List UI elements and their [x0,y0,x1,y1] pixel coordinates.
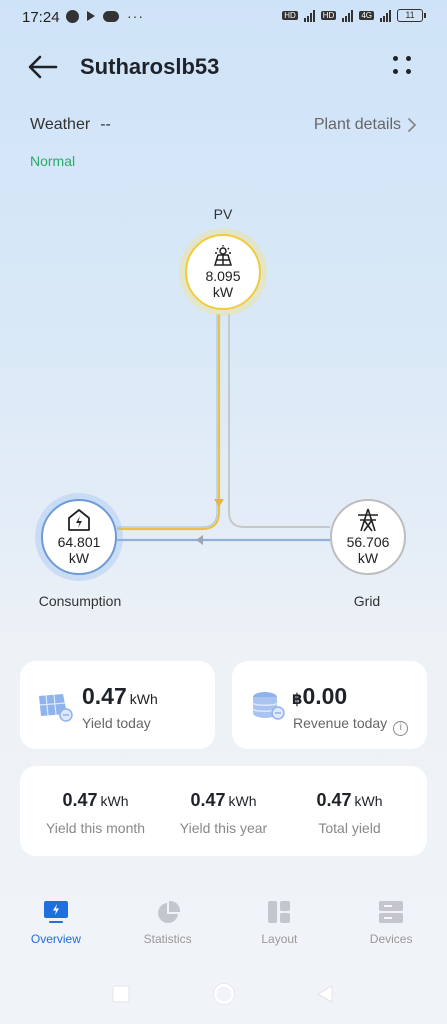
house-icon [68,509,90,531]
pie-chart-icon [157,900,180,923]
yield-today-unit: kWh [129,691,158,707]
revenue-label: Revenue today [293,715,388,731]
messenger-icon [66,9,79,23]
header: Sutharoslb53 [0,44,447,90]
line-app-icon [103,10,119,22]
consumption-value: 64.801 [57,534,101,550]
nav-layout-label: Layout [261,932,298,946]
dot [393,56,398,61]
devices-icon [379,901,404,923]
nav-statistics[interactable]: Statistics [112,900,224,960]
plant-details-label: Plant details [313,116,401,133]
grid-label: Grid [353,593,381,609]
home-button[interactable] [213,983,235,1005]
page-title: Sutharoslb53 [80,54,220,79]
nav-layout[interactable]: Layout [224,900,336,960]
yield-today-card[interactable]: 0.47 kWh Yield today [20,661,215,749]
info-icon[interactable]: i [393,721,409,736]
flow-arrow-down [214,499,224,507]
grid-value: 56.706 [346,534,390,550]
nav-devices[interactable]: Devices [335,900,447,960]
pv-label: PV [213,206,233,222]
yield-year-item: 0.47 kWh Yield this year [156,790,291,836]
nav-devices-label: Devices [369,932,413,946]
grid-node[interactable]: 56.706 kW [330,499,406,575]
yield-month-value-line: 0.47 kWh [28,790,163,811]
dot [406,56,411,61]
yield-month-unit: kWh [100,793,129,809]
power-tower-icon [358,508,378,532]
total-yield-item: 0.47 kWh Total yield [282,790,417,836]
network-type-icon: 4G [359,11,374,20]
yield-year-value-line: 0.47 kWh [156,790,291,811]
yield-year-unit: kWh [228,793,257,809]
status-bar: 17:24 ··· HD HD 4G 11 [0,0,447,34]
revenue-today-card[interactable]: ฿0.00 Revenue today i [232,661,427,749]
weather-value: -- [100,116,111,133]
back-nav-button[interactable] [316,985,334,1003]
total-yield-value-line: 0.47 kWh [282,790,417,811]
total-yield-unit: kWh [354,793,383,809]
revenue-label-line: Revenue today i [293,715,409,736]
back-arrow-icon [28,55,58,79]
consumption-unit: kW [68,550,90,566]
coins-icon [252,692,285,720]
recent-apps-button[interactable] [112,985,130,1003]
solar-panel-icon [213,245,233,266]
pv-unit: kW [212,284,234,300]
yield-today-label: Yield today [82,715,151,731]
nav-overview-label: Overview [30,932,81,946]
yield-month-label: Yield this month [45,820,146,836]
consumption-node[interactable]: 64.801 kW [41,499,117,575]
bottom-nav: Overview Statistics Layout Devices [0,900,447,960]
nav-overview[interactable]: Overview [0,900,112,960]
revenue-value: 0.00 [302,683,348,709]
yield-today-value-line: 0.47 kWh [82,683,158,710]
volte-icon: HD [282,11,298,20]
yield-year-value: 0.47 [190,790,226,810]
pv-node[interactable]: 8.095 kW [185,234,261,310]
dot [393,69,398,74]
plant-details-link[interactable]: Plant details [314,116,417,134]
currency-symbol: ฿ [292,691,303,708]
yield-year-label: Yield this year [179,820,268,836]
chevron-right-icon [408,118,417,132]
overview-icon [43,901,68,923]
weather-info: Weather -- [30,116,111,134]
signal-icon [303,9,315,22]
dot [406,69,411,74]
flow-arrow-left [196,535,203,545]
plant-status: Normal [30,153,76,169]
status-time: 17:24 [22,9,60,26]
yield-today-value: 0.47 [82,683,127,709]
signal-icon-2 [342,9,354,22]
consumption-label: Consumption [38,593,122,609]
system-nav-bar [0,980,447,1010]
status-indicators: HD HD 4G 11 [282,9,426,22]
nav-statistics-label: Statistics [143,932,192,946]
battery-icon: 11 [397,9,426,22]
energy-flow-diagram: PV 8.095 kW 64.801 kW Consumption 56.706… [0,190,447,630]
play-icon [87,11,95,21]
total-yield-value: 0.47 [316,790,352,810]
yield-month-value: 0.47 [62,790,98,810]
revenue-value-line: ฿0.00 [292,683,347,710]
signal-icon-3 [380,9,391,22]
pv-value: 8.095 [205,268,241,284]
back-button[interactable] [26,52,60,82]
solar-panel-card-icon [39,694,73,722]
weather-label: Weather [30,116,91,133]
layout-icon [268,901,291,923]
more-options-button[interactable] [391,54,417,80]
volte-icon-2: HD [320,11,337,20]
notification-icons: ··· [66,8,144,24]
grid-unit: kW [357,550,379,566]
total-yield-label: Total yield [318,820,381,836]
yield-month-item: 0.47 kWh Yield this month [28,790,163,836]
yield-summary-card: 0.47 kWh Yield this month 0.47 kWh Yield t… [20,766,427,856]
more-notifications-icon: ··· [127,8,144,24]
